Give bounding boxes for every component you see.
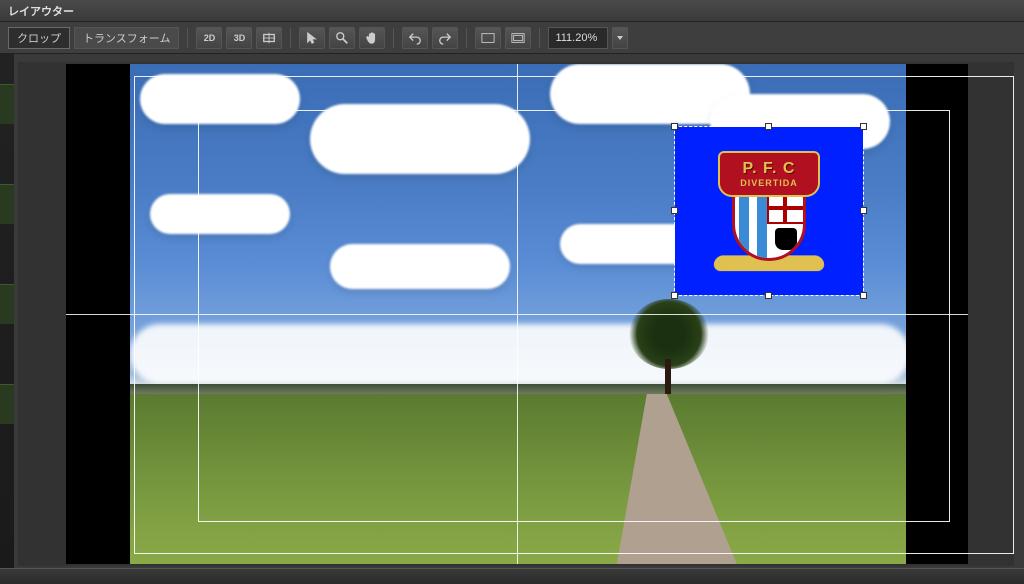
zoom-value-field[interactable]: 111.20%	[548, 27, 608, 49]
resize-handle-nw[interactable]	[671, 123, 678, 130]
badge-line1: P. F. C	[743, 160, 796, 178]
undo-button[interactable]	[402, 27, 428, 49]
fit-button[interactable]	[256, 27, 282, 49]
pointer-tool[interactable]	[299, 27, 325, 49]
hand-tool[interactable]	[359, 27, 385, 49]
resize-handle-sw[interactable]	[671, 292, 678, 299]
left-rail	[0, 54, 14, 584]
layer-fill: P. F. C DIVERTIDA	[675, 127, 863, 295]
toolbar: クロップ トランスフォーム 2D 3D 111	[0, 22, 1024, 54]
resize-handle-se[interactable]	[860, 292, 867, 299]
bottom-bar	[0, 568, 1024, 584]
safe-area-outer-button[interactable]	[475, 27, 501, 49]
canvas-frame: P. F. C DIVERTIDA	[66, 64, 968, 564]
viewport[interactable]: P. F. C DIVERTIDA	[18, 62, 1014, 566]
mode-3d-button[interactable]: 3D	[226, 27, 252, 49]
separator	[187, 28, 188, 48]
redo-button[interactable]	[432, 27, 458, 49]
safe-area-inner-button[interactable]	[505, 27, 531, 49]
separator	[466, 28, 467, 48]
mode-2d-button[interactable]: 2D	[196, 27, 222, 49]
title-bar: レイアウター	[0, 0, 1024, 22]
badge-line2: DIVERTIDA	[740, 178, 798, 188]
resize-handle-w[interactable]	[671, 207, 678, 214]
resize-handle-n[interactable]	[765, 123, 772, 130]
resize-handle-s[interactable]	[765, 292, 772, 299]
window-title: レイアウター	[8, 3, 74, 19]
resize-handle-e[interactable]	[860, 207, 867, 214]
zoom-tool[interactable]	[329, 27, 355, 49]
badge-graphic: P. F. C DIVERTIDA	[714, 151, 824, 271]
resize-handle-ne[interactable]	[860, 123, 867, 130]
tab-transform[interactable]: トランスフォーム	[74, 27, 179, 49]
tree	[619, 299, 719, 399]
zoom-dropdown[interactable]	[612, 27, 628, 49]
selected-layer[interactable]: P. F. C DIVERTIDA	[674, 126, 864, 296]
separator	[539, 28, 540, 48]
tab-crop[interactable]: クロップ	[8, 27, 70, 49]
separator	[393, 28, 394, 48]
separator	[290, 28, 291, 48]
